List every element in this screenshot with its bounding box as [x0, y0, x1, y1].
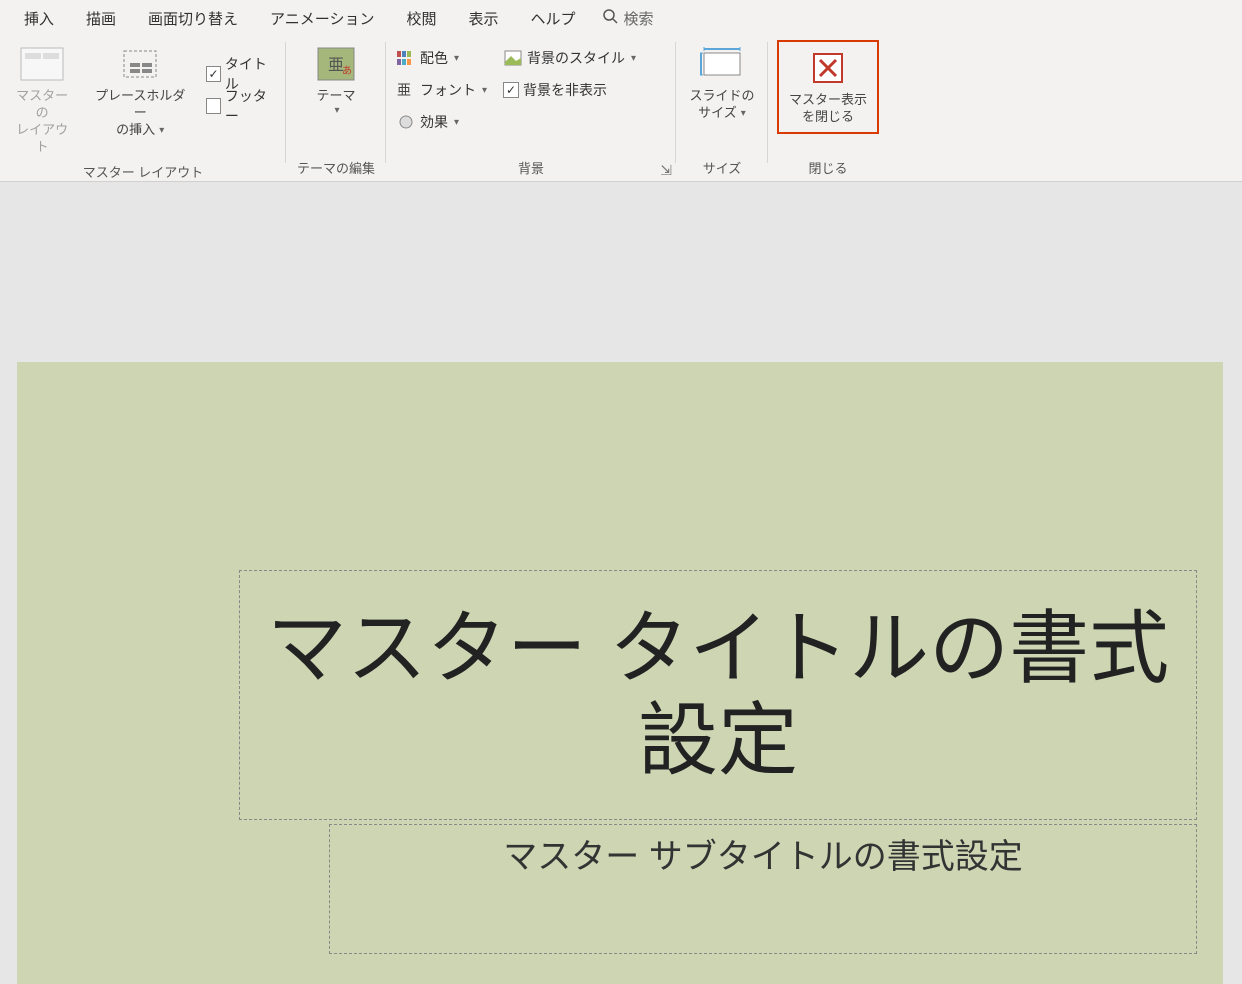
close-master-view-button[interactable]: マスター表示 を閉じる [777, 40, 879, 134]
checkbox-checked-icon: ✓ [206, 66, 221, 82]
chevron-down-icon: ▾ [482, 85, 487, 96]
chevron-down-icon: ▾ [159, 124, 164, 137]
group-label-size: サイズ [682, 156, 762, 179]
menu-view[interactable]: 表示 [452, 2, 514, 35]
menu-review[interactable]: 校閲 [390, 2, 452, 35]
group-label-theme-edit: テーマの編集 [292, 156, 380, 179]
svg-text:亜: 亜 [397, 84, 411, 98]
effects-button[interactable]: 効果 ▾ [392, 107, 491, 137]
title-footer-checkboxes: ✓ タイトル フッター [202, 40, 280, 140]
ribbon: マスターの レイアウト プレースホルダー の挿入 ▾ ✓ タイトル [0, 36, 1242, 182]
fonts-button[interactable]: 亜 フォント ▾ [392, 75, 491, 105]
theme-icon: 亜あ [314, 44, 358, 84]
slide-master[interactable]: マスター タイトルの書式設定 マスター サブタイトルの書式設定 [17, 362, 1223, 984]
theme-button[interactable]: 亜あ テーマ ▾ [306, 40, 366, 120]
master-layout-icon [20, 44, 64, 84]
master-layout-button: マスターの レイアウト [6, 40, 78, 160]
ribbon-group-close: マスター表示 を閉じる 閉じる [768, 36, 888, 181]
footer-checkbox[interactable]: フッター [202, 91, 280, 121]
dialog-launcher-icon[interactable]: ⇲ [660, 162, 672, 179]
search-icon [602, 8, 618, 29]
slide-size-icon [700, 44, 744, 84]
background-style-icon [503, 48, 523, 68]
master-title-placeholder[interactable]: マスター タイトルの書式設定 [239, 570, 1197, 820]
search-placeholder: 検索 [624, 8, 654, 29]
checkbox-unchecked-icon [206, 98, 221, 114]
hide-background-checkbox[interactable]: ✓ 背景を非表示 [499, 75, 640, 105]
chevron-down-icon: ▾ [741, 107, 746, 120]
chevron-down-icon: ▾ [454, 53, 459, 64]
colors-icon [396, 48, 416, 68]
menu-animation[interactable]: アニメーション [254, 2, 390, 35]
placeholder-icon [118, 44, 162, 84]
chevron-down-icon: ▾ [631, 53, 636, 64]
ribbon-group-size: スライドの サイズ ▾ サイズ [676, 36, 768, 181]
title-checkbox[interactable]: ✓ タイトル [202, 59, 280, 89]
master-subtitle-placeholder[interactable]: マスター サブタイトルの書式設定 [329, 824, 1197, 954]
group-label-close: 閉じる [774, 156, 882, 179]
svg-text:あ: あ [342, 65, 352, 77]
effects-icon [396, 112, 416, 132]
chevron-down-icon: ▾ [454, 117, 459, 128]
group-label-background: 背景 [392, 156, 670, 179]
close-icon [806, 48, 850, 88]
ribbon-group-theme-edit: 亜あ テーマ ▾ テーマの編集 [286, 36, 386, 181]
menu-insert[interactable]: 挿入 [8, 2, 70, 35]
menu-draw[interactable]: 描画 [70, 2, 132, 35]
menu-bar: 挿入 描画 画面切り替え アニメーション 校閲 表示 ヘルプ 検索 [0, 0, 1242, 36]
ribbon-group-background: 配色 ▾ 亜 フォント ▾ 効果 ▾ [386, 36, 676, 181]
menu-help[interactable]: ヘルプ [514, 2, 591, 35]
colors-button[interactable]: 配色 ▾ [392, 43, 491, 73]
background-style-button[interactable]: 背景のスタイル ▾ [499, 43, 640, 73]
menu-transition[interactable]: 画面切り替え [132, 2, 254, 35]
insert-placeholder-button[interactable]: プレースホルダー の挿入 ▾ [86, 40, 194, 143]
slide-canvas[interactable]: マスター タイトルの書式設定 マスター サブタイトルの書式設定 [0, 182, 1242, 984]
fonts-icon: 亜 [396, 80, 416, 100]
chevron-down-icon: ▾ [334, 105, 339, 116]
group-label-master-layout: マスター レイアウト [6, 160, 280, 183]
search-box[interactable]: 検索 [602, 8, 654, 29]
checkbox-checked-icon: ✓ [503, 82, 519, 98]
ribbon-group-master-layout: マスターの レイアウト プレースホルダー の挿入 ▾ ✓ タイトル [0, 36, 286, 181]
slide-size-button[interactable]: スライドの サイズ ▾ [683, 40, 760, 126]
